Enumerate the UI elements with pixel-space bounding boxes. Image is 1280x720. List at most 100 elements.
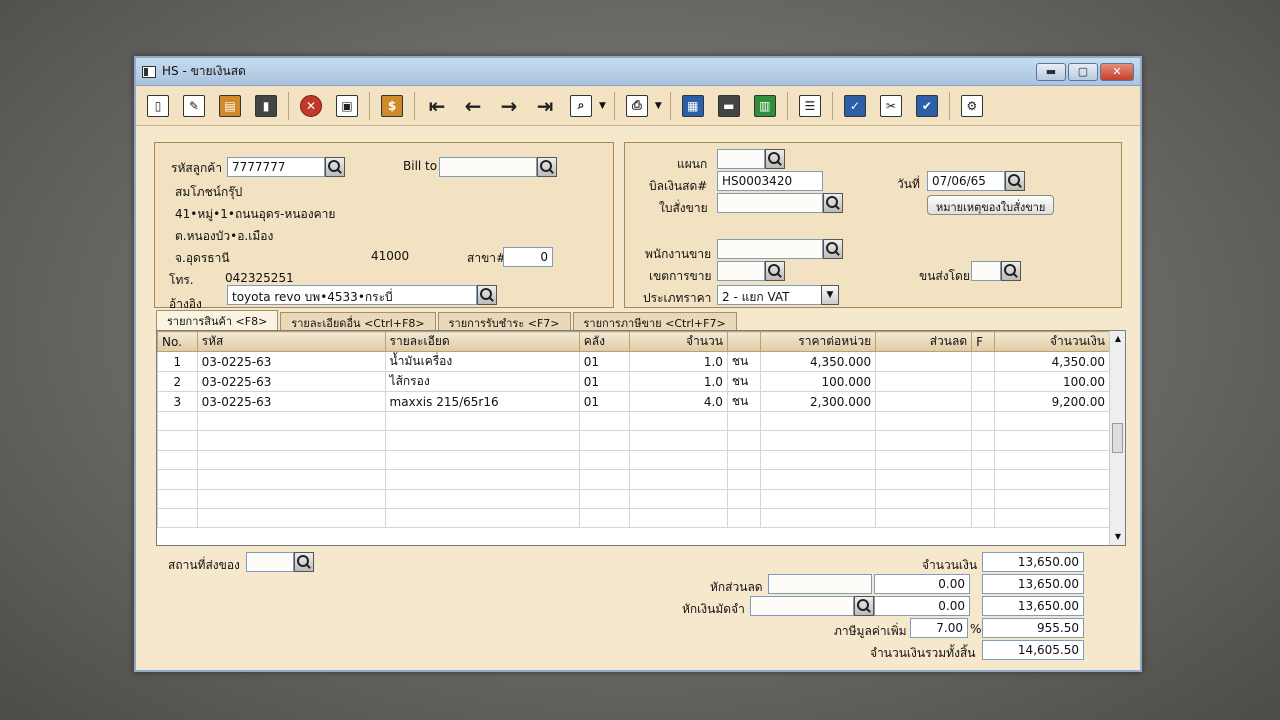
table-cell[interactable]: ชน — [726, 391, 762, 412]
save-button[interactable]: ▣ — [331, 90, 363, 122]
table-cell[interactable] — [384, 410, 580, 432]
billto-search-icon[interactable] — [537, 157, 557, 177]
table-row[interactable]: 3 03-0225-63 maxxis 215/65r16 01 4.0 ชน 2,300.… — [157, 391, 1110, 412]
scroll-up-icon[interactable]: ▲ — [1110, 331, 1126, 347]
table-cell[interactable] — [196, 469, 386, 490]
table-cell[interactable] — [384, 488, 580, 509]
table-cell[interactable] — [726, 430, 762, 451]
scroll-down-icon[interactable]: ▼ — [1110, 529, 1126, 545]
table-cell[interactable] — [726, 469, 762, 490]
last-record-button[interactable]: ⇥ — [529, 90, 561, 122]
sales-order-search-icon[interactable] — [823, 193, 843, 213]
table-cell[interactable] — [384, 430, 580, 451]
deposit-value[interactable]: 0.00 — [874, 596, 970, 616]
table-cell[interactable]: 03-0225-63 — [196, 351, 386, 372]
table-cell[interactable]: 01 — [578, 391, 630, 412]
ship-by-search-icon[interactable] — [1001, 261, 1021, 281]
table-cell[interactable]: 2 — [157, 371, 198, 392]
ship-place-field[interactable] — [246, 552, 294, 572]
edit-button[interactable]: ✎ — [178, 90, 210, 122]
customer-code-field[interactable]: 7777777 — [227, 157, 325, 177]
prev-record-button[interactable]: ← — [457, 90, 489, 122]
table-cell[interactable]: 1.0 — [628, 351, 728, 372]
table-cell[interactable]: 1 — [157, 351, 198, 372]
approve-button[interactable]: ✓ — [839, 90, 871, 122]
department-search-icon[interactable] — [765, 149, 785, 169]
empty-table-row[interactable] — [157, 449, 1110, 471]
table-cell[interactable]: 1.0 — [628, 371, 728, 392]
table-cell[interactable] — [578, 410, 630, 432]
empty-table-row[interactable] — [157, 507, 1110, 529]
vat-rate-field[interactable]: 7.00 — [910, 618, 968, 638]
table-cell[interactable] — [994, 410, 1110, 432]
date-picker-icon[interactable] — [1005, 171, 1025, 191]
table-cell[interactable] — [578, 488, 630, 509]
table-cell[interactable]: ชน — [726, 351, 762, 372]
table-cell[interactable] — [196, 507, 386, 529]
table-cell[interactable] — [994, 507, 1110, 529]
reference-search-icon[interactable] — [477, 285, 497, 305]
table-cell[interactable]: 4,350.000 — [760, 351, 877, 372]
table-cell[interactable] — [726, 449, 762, 471]
table-cell[interactable]: 2,300.000 — [760, 391, 877, 412]
find-button[interactable]: ⌕ — [565, 90, 597, 122]
sales-area-field[interactable] — [717, 261, 765, 281]
table-row[interactable]: 2 03-0225-63 ไส้กรอง 01 1.0 ชน 100.000 100.00 — [157, 371, 1110, 392]
table-cell[interactable]: 3 — [157, 391, 198, 412]
table-cell[interactable]: น้ำมันเครื่อง — [384, 351, 580, 372]
deposit-search-icon[interactable] — [854, 596, 874, 616]
table-cell[interactable] — [875, 469, 973, 490]
grid-scrollbar[interactable]: ▲ ▼ — [1109, 331, 1125, 545]
table-cell[interactable] — [578, 449, 630, 471]
table-cell[interactable] — [971, 488, 996, 509]
table-row[interactable]: 1 03-0225-63 น้ำมันเครื่อง 01 1.0 ชน 4,350.000… — [157, 351, 1110, 372]
customer-search-icon[interactable] — [325, 157, 345, 177]
tab-items[interactable]: รายการสินค้า <F8> — [156, 310, 279, 330]
tab-payments[interactable]: รายการรับชำระ <F7> — [437, 312, 571, 330]
table-cell[interactable] — [628, 488, 728, 509]
ok-button[interactable]: ✔ — [911, 90, 943, 122]
config-button[interactable]: ⚙ — [956, 90, 988, 122]
reference-field[interactable]: toyota revo บพ•4533•กระบี่ — [227, 285, 477, 305]
table-cell[interactable] — [760, 507, 877, 529]
col-discount[interactable]: ส่วนลด — [875, 331, 973, 352]
col-unit[interactable] — [726, 331, 762, 352]
table-cell[interactable] — [157, 430, 198, 451]
table-cell[interactable] — [760, 488, 877, 509]
table-cell[interactable] — [875, 449, 973, 471]
table-cell[interactable] — [971, 430, 996, 451]
table-cell[interactable]: 01 — [578, 351, 630, 372]
table-cell[interactable] — [628, 507, 728, 529]
table-cell[interactable] — [875, 371, 973, 392]
table-cell[interactable] — [196, 488, 386, 509]
table-cell[interactable] — [384, 507, 580, 529]
tab-other-details[interactable]: รายละเอียดอื่น <Ctrl+F8> — [280, 312, 436, 330]
table-cell[interactable] — [628, 410, 728, 432]
col-description[interactable]: รายละเอียด — [384, 331, 580, 352]
table-cell[interactable] — [875, 488, 973, 509]
table-cell[interactable]: 100.00 — [994, 371, 1110, 392]
table-cell[interactable] — [875, 410, 973, 432]
table-cell[interactable] — [196, 410, 386, 432]
table-cell[interactable] — [384, 469, 580, 490]
price-type-select[interactable]: 2 - แยก VAT — [717, 285, 823, 305]
empty-table-row[interactable] — [157, 430, 1110, 451]
table-cell[interactable]: 03-0225-63 — [196, 371, 386, 392]
table-cell[interactable] — [578, 507, 630, 529]
table-cell[interactable] — [157, 469, 198, 490]
scroll-thumb[interactable] — [1112, 423, 1123, 453]
ship-place-search-icon[interactable] — [294, 552, 314, 572]
table-cell[interactable] — [157, 488, 198, 509]
table-cell[interactable] — [971, 371, 996, 392]
minimize-button[interactable]: ▬ — [1036, 62, 1066, 81]
table-cell[interactable] — [726, 410, 762, 432]
table-cell[interactable] — [875, 391, 973, 412]
table-cell[interactable] — [875, 507, 973, 529]
table-cell[interactable] — [994, 469, 1110, 490]
new-doc-button[interactable]: ▯ — [142, 90, 174, 122]
cancel-button[interactable]: ✕ — [295, 90, 327, 122]
ship-by-field[interactable] — [971, 261, 1001, 281]
table-cell[interactable] — [971, 410, 996, 432]
print-button[interactable]: ⎙ — [621, 90, 653, 122]
discount-input[interactable] — [768, 574, 872, 594]
